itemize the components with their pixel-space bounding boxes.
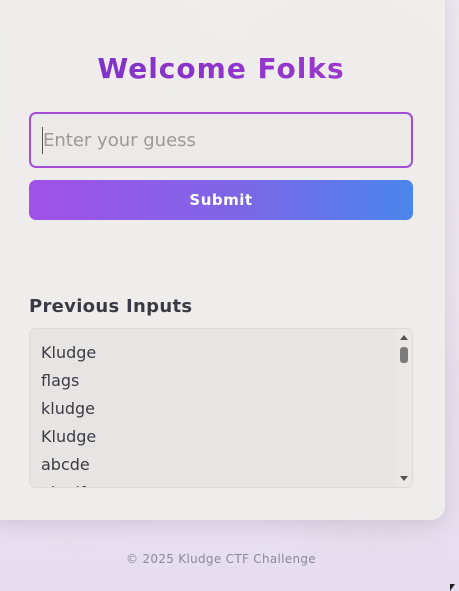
scroll-down-icon[interactable] [400, 476, 408, 481]
list-scrollbar[interactable] [396, 329, 412, 487]
list-item: abcde [41, 455, 90, 474]
mouse-pointer-icon [450, 584, 455, 591]
list-item: Kludge [41, 343, 97, 362]
list-item: flags [41, 371, 80, 390]
submit-button[interactable]: Submit [29, 180, 413, 220]
scroll-thumb[interactable] [400, 347, 408, 363]
list-item: Kludge [41, 427, 97, 446]
page-title: Welcome Folks [0, 52, 442, 85]
list-item: abcdf [41, 481, 412, 487]
previous-inputs-heading: Previous Inputs [29, 296, 193, 317]
guess-input[interactable] [29, 112, 413, 168]
guess-card: Welcome Folks Submit Previous Inputs Klu… [0, 0, 445, 520]
footer-copyright: © 2025 Kludge CTF Challenge [126, 552, 316, 566]
text-caret [42, 127, 43, 154]
scroll-up-icon[interactable] [400, 335, 408, 340]
previous-inputs-list[interactable]: Kludge flags kludge Kludge abcde abcdf [29, 328, 413, 488]
list-item: kludge [41, 399, 96, 418]
